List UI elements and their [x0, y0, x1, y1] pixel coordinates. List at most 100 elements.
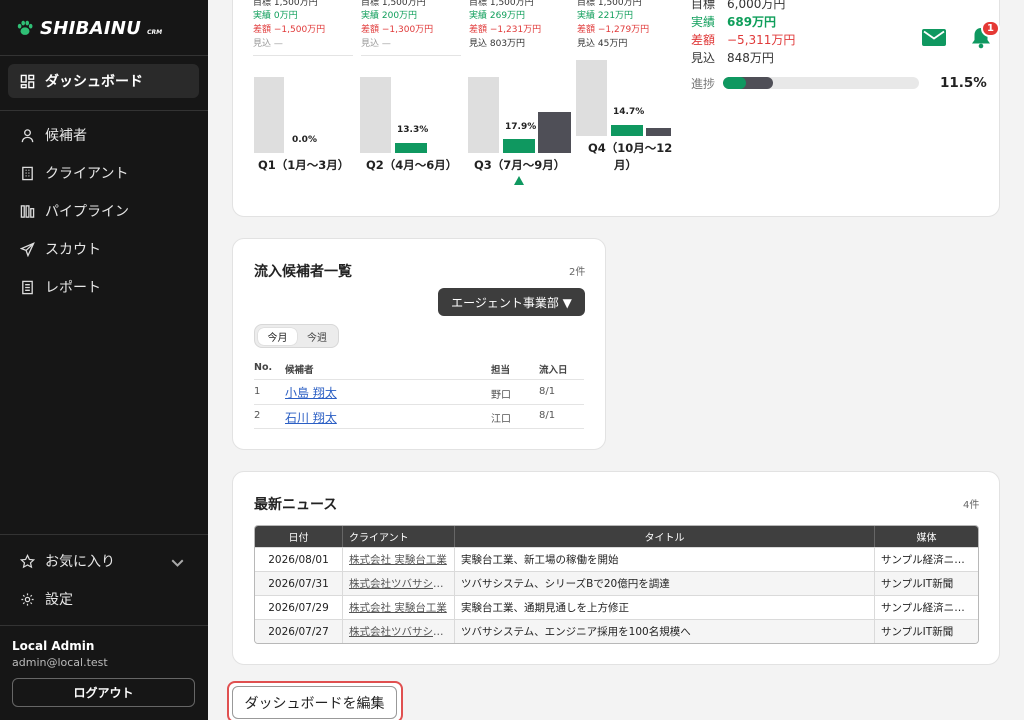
chevron-down-icon[interactable] — [170, 555, 185, 570]
q2-target: 目標 1,500万円 — [361, 0, 426, 8]
q3-forecast: 見込 803万円 — [469, 39, 526, 49]
report-icon — [22, 280, 33, 294]
q1-forecast: 見込 — — [253, 39, 283, 49]
candidate-link[interactable]: 石川 翔太 — [285, 409, 337, 426]
user-email: admin@local.test — [12, 656, 108, 669]
q3-diff: 差額 −1,231万円 — [469, 25, 542, 35]
table-row: 2026/07/31 株式会社ツバサシステム ツバサシステム、シリーズBで20億… — [255, 571, 978, 595]
news-client-link[interactable]: 株式会社ツバサシステム — [349, 624, 448, 639]
tab-this-month[interactable]: 今月 — [258, 328, 297, 345]
q4-target-bar — [576, 60, 607, 136]
q2-pct: 13.3% — [397, 125, 429, 135]
q2-diff: 差額 −1,300万円 — [361, 25, 434, 35]
col-header-no: No. — [254, 362, 273, 373]
sidebar-item-report[interactable]: レポート — [8, 270, 199, 304]
news-date: 2026/08/01 — [268, 553, 329, 566]
news-media-cell: サンプル経済ニュース — [874, 548, 978, 571]
table-row: 2026/07/27 株式会社ツバサシステム ツバサシステム、エンジニア採用を1… — [255, 619, 978, 643]
sidebar-item-label: 設定 — [45, 592, 73, 608]
q4-label: Q4（10月〜12 — [588, 141, 673, 155]
col-header-title: タイトル — [454, 526, 874, 547]
row-no: 2 — [254, 410, 261, 421]
sidebar-item-label: 候補者 — [45, 128, 87, 144]
paw-icon — [17, 20, 33, 35]
q2-actual-bar — [395, 143, 427, 153]
progress-bar — [723, 77, 919, 89]
q4-label-line2: 月） — [614, 158, 637, 172]
q2-divider — [361, 55, 461, 56]
row-date: 8/1 — [539, 410, 556, 421]
q3-actual: 実績 269万円 — [469, 11, 526, 21]
sidebar-item-label: レポート — [45, 280, 101, 296]
edit-dashboard-button[interactable]: ダッシュボードを編集 — [232, 686, 397, 719]
table-divider — [254, 404, 584, 405]
candidate-link[interactable]: 小島 翔太 — [285, 384, 337, 401]
sidebar-divider — [0, 534, 208, 535]
news-media-cell: サンプルIT新聞 — [874, 620, 978, 643]
row-owner: 野口 — [491, 390, 511, 401]
summary-target-value: 6,000万円 — [727, 0, 786, 11]
q4-actual-bar — [611, 125, 643, 136]
department-dropdown[interactable]: エージェント事業部 ▼ — [438, 288, 585, 316]
logout-button[interactable]: ログアウト — [12, 678, 195, 707]
mail-icon[interactable] — [922, 29, 946, 46]
summary-target-label: 目標 — [691, 0, 716, 11]
news-client-link[interactable]: 株式会社 実験台工業 — [349, 600, 447, 615]
q1-target: 目標 1,500万円 — [253, 0, 318, 8]
sidebar-item-label: スカウト — [45, 242, 101, 258]
q3-label: Q3（7月〜9月） — [474, 158, 566, 172]
q4-diff: 差額 −1,279万円 — [577, 25, 650, 35]
notification-badge: 1 — [981, 20, 1000, 37]
news-media: サンプル経済ニュース — [881, 554, 972, 566]
sidebar-item-label: ダッシュボード — [45, 74, 143, 90]
q1-actual: 実績 0万円 — [253, 11, 298, 21]
q4-target: 目標 1,500万円 — [577, 0, 642, 8]
col-header-date: 流入日 — [539, 365, 568, 376]
sidebar-divider — [0, 625, 208, 626]
news-client-link[interactable]: 株式会社 実験台工業 — [349, 552, 447, 567]
dashboard-icon — [20, 74, 35, 88]
col-header-media: 媒体 — [874, 526, 978, 547]
summary-actual-label: 実績 — [691, 15, 716, 29]
news-client-link[interactable]: 株式会社ツバサシステム — [349, 576, 448, 591]
sidebar-item-clients[interactable]: クライアント — [8, 156, 199, 190]
brand-logo[interactable]: SHIBAINU CRM — [16, 16, 162, 40]
period-toggle: 今月 今週 — [254, 324, 339, 348]
news-media: サンプル経済ニュース — [881, 602, 972, 614]
news-table-header: 日付 クライアント タイトル 媒体 — [255, 526, 978, 547]
sidebar-item-pipeline[interactable]: パイプライン — [8, 194, 199, 228]
sidebar-divider — [0, 110, 208, 111]
q4-actual: 実績 221万円 — [577, 11, 634, 21]
sidebar-item-dashboard[interactable]: ダッシュボード — [8, 64, 199, 98]
sidebar-item-candidates[interactable]: 候補者 — [8, 118, 199, 152]
sidebar-item-label: パイプライン — [45, 204, 129, 220]
gear-icon — [21, 592, 34, 606]
news-client-cell: 株式会社ツバサシステム — [342, 572, 454, 595]
tab-this-week[interactable]: 今週 — [298, 328, 336, 345]
news-date: 2026/07/29 — [268, 601, 329, 614]
brand-name: SHIBAINU — [40, 17, 142, 39]
col-header-owner: 担当 — [491, 365, 511, 376]
star-icon — [20, 553, 35, 568]
news-title: 実験台工業、通期見通しを上方修正 — [454, 596, 874, 619]
sidebar-item-favorites[interactable]: お気に入り — [8, 544, 199, 578]
q4-forecast-bar — [646, 128, 671, 136]
table-row: 2026/08/01 株式会社 実験台工業 実験台工業、新工場の稼働を開始 サン… — [255, 547, 978, 571]
row-no: 1 — [254, 386, 261, 397]
summary-forecast-label: 見込 — [691, 51, 716, 65]
news-title: ツバサシステム、シリーズBで20億円を調達 — [454, 572, 874, 595]
q3-pct: 17.9% — [505, 122, 537, 132]
sidebar-item-settings[interactable]: 設定 — [8, 582, 199, 616]
news-title: 実験台工業、新工場の稼働を開始 — [454, 548, 874, 571]
q4-pct: 14.7% — [613, 107, 645, 117]
news-client-cell: 株式会社ツバサシステム — [342, 620, 454, 643]
row-date: 8/1 — [539, 386, 556, 397]
col-header-date: 日付 — [288, 533, 309, 544]
row-owner: 江口 — [491, 414, 511, 425]
summary-diff-label: 差額 — [691, 33, 716, 47]
building-icon — [22, 166, 33, 180]
q4-forecast: 見込 45万円 — [577, 39, 628, 49]
sidebar-item-scout[interactable]: スカウト — [8, 232, 199, 266]
q3-target-bar — [468, 77, 499, 153]
user-name: Local Admin — [12, 639, 95, 653]
